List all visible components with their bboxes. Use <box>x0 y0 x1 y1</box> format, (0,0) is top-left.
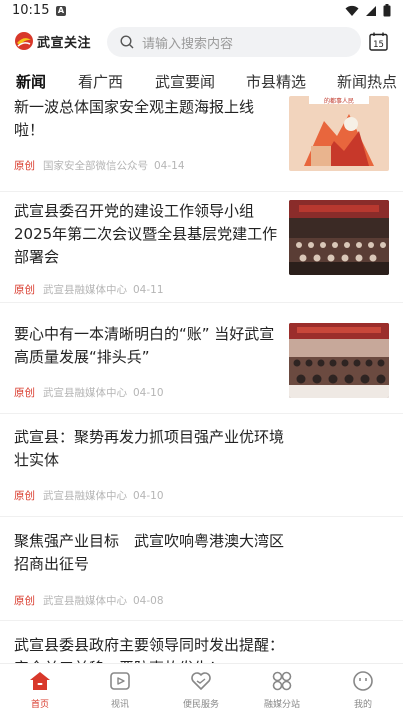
status-icons <box>345 4 391 17</box>
smile-icon <box>353 671 373 691</box>
news-meta: 原创 武宣县融媒体中心 04-11 <box>14 282 164 297</box>
nav-home-label: 首页 <box>30 700 49 710</box>
original-tag: 原创 <box>14 490 35 502</box>
search-placeholder: 请输入搜索内容 <box>142 36 234 52</box>
original-tag: 原创 <box>14 160 35 172</box>
news-title: 新一波总体国家安全观主题海报上线啦！ <box>14 98 255 139</box>
original-tag: 原创 <box>14 595 35 607</box>
video-icon <box>110 672 130 690</box>
original-tag: 原创 <box>14 387 35 399</box>
news-source: 武宣县融媒体中心 <box>43 595 127 607</box>
news-feed: 新一波总体国家安全观主题海报上线啦！ 原创 国家安全部微信公众号 04-14 的都事… <box>0 96 403 663</box>
news-source: 国家安全部微信公众号 <box>43 160 148 172</box>
news-title: 武宣县：聚势再发力抓项目强产业优环境壮实体 <box>14 428 285 469</box>
conference-photo <box>289 323 389 398</box>
logo-text: 武宣关注 <box>37 35 92 51</box>
news-item[interactable]: 聚焦强产业目标 武宣吹响粤港澳大湾区招商出征号 原创 武宣县融媒体中心 04-08 <box>0 517 403 621</box>
calendar-day: 15 <box>373 40 384 50</box>
nav-home[interactable]: 首页 <box>10 670 70 710</box>
original-tag: 原创 <box>14 284 35 296</box>
poster-image: 的都事人民 <box>289 96 389 171</box>
news-meta: 原创 武宣县融媒体中心 04-08 <box>14 593 164 608</box>
news-item[interactable]: 武宣县委县政府主要领导同时发出提醒：安全关口前移，严防事故发生！ <box>0 621 403 663</box>
nav-video[interactable]: 视讯 <box>90 670 150 710</box>
meeting-photo <box>289 200 389 275</box>
heart-hands-icon <box>191 672 211 690</box>
logo-mark-icon <box>15 32 33 50</box>
news-thumbnail <box>289 323 389 398</box>
nav-services-label: 便民服务 <box>182 700 219 710</box>
nav-profile-label: 我的 <box>353 700 372 710</box>
app-logo: 武宣关注 <box>14 31 91 51</box>
news-title: 武宣县委召开党的建设工作领导小组2025年第二次会议暨全县基层党建工作部署会 <box>14 202 278 266</box>
battery-icon <box>383 4 391 17</box>
tab-news[interactable]: 新闻 <box>16 71 46 92</box>
news-meta: 原创 武宣县融媒体中心 04-10 <box>14 488 164 503</box>
news-title: 武宣县委县政府主要领导同时发出提醒：安全关口前移，严防事故发生！ <box>14 636 285 663</box>
search-input[interactable]: 请输入搜索内容 <box>107 27 361 57</box>
news-thumbnail <box>289 200 389 275</box>
nav-profile[interactable]: 我的 <box>333 670 393 710</box>
nav-video-label: 视讯 <box>110 700 129 710</box>
status-bar: 10:15 A <box>0 0 403 24</box>
news-source: 武宣县融媒体中心 <box>43 490 127 502</box>
news-meta: 原创 国家安全部微信公众号 04-14 <box>14 158 185 173</box>
news-item[interactable]: 武宣县委召开党的建设工作领导小组2025年第二次会议暨全县基层党建工作部署会 原… <box>0 192 403 303</box>
tab-county-picks[interactable]: 市县精选 <box>246 71 306 92</box>
nav-stations[interactable]: 融媒分站 <box>252 670 312 710</box>
nav-services[interactable]: 便民服务 <box>171 670 231 710</box>
calendar-icon[interactable]: 15 <box>369 32 388 51</box>
grid-icon <box>272 671 292 691</box>
news-meta: 原创 武宣县融媒体中心 04-10 <box>14 385 164 400</box>
wifi-icon <box>345 5 359 16</box>
news-item[interactable]: 要心中有一本清晰明白的“账” 当好武宣高质量发展“排头兵” 原创 武宣县融媒体中心… <box>0 303 403 414</box>
news-source: 武宣县融媒体中心 <box>43 284 127 296</box>
bottom-nav: 首页 视讯 便民服务 融媒分站 我的 <box>0 663 403 716</box>
news-date: 04-08 <box>133 595 164 607</box>
news-source: 武宣县融媒体中心 <box>43 387 127 399</box>
news-title: 聚焦强产业目标 武宣吹响粤港澳大湾区招商出征号 <box>14 532 285 573</box>
news-date: 04-14 <box>154 160 185 172</box>
tab-guangxi[interactable]: 看广西 <box>78 71 123 92</box>
news-date: 04-10 <box>133 387 164 399</box>
news-title: 要心中有一本清晰明白的“账” 当好武宣高质量发展“排头兵” <box>14 325 275 366</box>
signal-icon <box>366 5 376 16</box>
tab-wuxuan-news[interactable]: 武宣要闻 <box>155 71 215 92</box>
status-time: 10:15 <box>12 3 50 18</box>
poster-caption: 的都事人民 <box>324 97 354 105</box>
news-date: 04-11 <box>133 284 164 296</box>
news-thumbnail: 的都事人民 <box>289 96 389 171</box>
news-item[interactable]: 武宣县：聚势再发力抓项目强产业优环境壮实体 原创 武宣县融媒体中心 04-10 <box>0 414 403 517</box>
tab-hot-news[interactable]: 新闻热点 <box>337 71 397 92</box>
app-header: 武宣关注 请输入搜索内容 15 <box>0 24 403 60</box>
category-tabs: 新闻 看广西 武宣要闻 市县精选 新闻热点 <box>0 64 403 96</box>
home-icon <box>30 672 50 690</box>
nav-stations-label: 融媒分站 <box>263 700 300 710</box>
news-date: 04-10 <box>133 490 164 502</box>
search-icon <box>120 35 134 49</box>
notification-a-icon: A <box>56 6 66 16</box>
news-item[interactable]: 新一波总体国家安全观主题海报上线啦！ 原创 国家安全部微信公众号 04-14 的都事… <box>0 96 403 192</box>
